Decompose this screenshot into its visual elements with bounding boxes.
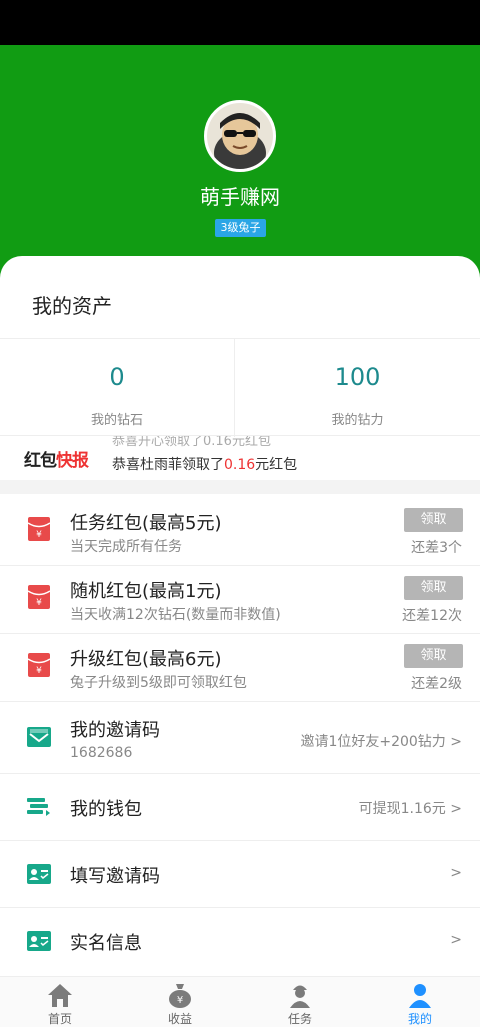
- diamond-label: 我的钻石: [90, 413, 143, 428]
- id-card-icon: [27, 864, 51, 884]
- random-red-packet-row: ¥ 随机红包(最高1元) 当天收满12次钻石(数量而非数值) 领取 还差12次: [0, 566, 480, 634]
- red-packet-icon: ¥: [27, 517, 51, 541]
- my-wallet-row[interactable]: 我的钱包 可提现1.16元 >: [0, 774, 480, 841]
- my-invite-code-row[interactable]: 我的邀请码 1682686 邀请1位好友+200钻力 >: [0, 702, 480, 774]
- svg-text:¥: ¥: [36, 598, 42, 608]
- assets-row: 0 我的钻石 100 我的钻力: [0, 338, 480, 437]
- fill-invite-code-title: 填写邀请码: [70, 866, 160, 887]
- wallet-icon: [27, 798, 50, 816]
- news-logo-black: 红包: [24, 451, 57, 471]
- task-red-packet-subtitle: 当天完成所有任务: [70, 539, 182, 555]
- real-name-info-row[interactable]: 实名信息 >: [0, 908, 480, 976]
- random-red-packet-claim-button[interactable]: 领取: [404, 576, 463, 600]
- news-previous-line: 恭喜开心领取了0.16元红包: [112, 436, 271, 449]
- username: 萌手赚网: [200, 185, 280, 209]
- news-current-line: 恭喜杜雨菲领取了0.16元红包: [112, 454, 297, 474]
- tab-tasks[interactable]: 任务: [240, 977, 360, 1027]
- power-value: 100: [334, 363, 381, 391]
- power-label: 我的钻力: [331, 413, 384, 428]
- my-invite-code-title: 我的邀请码: [70, 720, 160, 741]
- level-badge: 3级兔子: [215, 219, 266, 237]
- news-logo: 红包快报: [24, 446, 89, 471]
- wallet-withdrawable: 可提现1.16元 >: [358, 801, 462, 817]
- news-suffix: 元红包: [255, 457, 298, 473]
- section-divider: [0, 480, 480, 494]
- task-red-packet-row: ¥ 任务红包(最高5元) 当天完成所有任务 领取 还差3个: [0, 498, 480, 566]
- fill-invite-code-row[interactable]: 填写邀请码 >: [0, 841, 480, 908]
- red-packet-news: 红包快报 恭喜开心领取了0.16元红包 恭喜杜雨菲领取了0.16元红包: [0, 436, 480, 480]
- home-icon: [48, 984, 72, 1007]
- assets-title: 我的资产: [32, 294, 112, 318]
- task-red-packet-remaining: 还差3个: [411, 540, 462, 556]
- task-red-packet-title: 任务红包(最高5元): [70, 513, 222, 534]
- real-name-info-title: 实名信息: [70, 933, 142, 954]
- diamond-stat[interactable]: 0 我的钻石: [0, 339, 234, 437]
- tab-tasks-label: 任务: [287, 1012, 312, 1026]
- random-red-packet-title: 随机红包(最高1元): [70, 581, 222, 602]
- tab-home-label: 首页: [47, 1012, 72, 1026]
- red-packet-icon: ¥: [27, 585, 51, 609]
- tab-mine[interactable]: 我的: [360, 977, 480, 1027]
- svg-text:¥: ¥: [177, 995, 183, 1006]
- status-bar: [0, 0, 480, 45]
- money-bag-icon: ¥: [169, 984, 191, 1008]
- fill-invite-code-arrow: >: [450, 865, 462, 881]
- upgrade-red-packet-claim-button[interactable]: 领取: [404, 644, 463, 668]
- my-invite-code-value: 1682686: [70, 745, 133, 761]
- my-wallet-title: 我的钱包: [70, 799, 142, 820]
- tab-home[interactable]: 首页: [0, 977, 120, 1027]
- upgrade-red-packet-remaining: 还差2级: [411, 676, 462, 692]
- news-prefix: 恭喜杜雨菲领取了: [112, 457, 224, 473]
- tab-earnings-label: 收益: [167, 1012, 192, 1026]
- random-red-packet-subtitle: 当天收满12次钻石(数量而非数值): [70, 607, 281, 623]
- diamond-value: 0: [109, 363, 125, 391]
- task-red-packet-claim-button[interactable]: 领取: [404, 508, 463, 532]
- worker-icon: [290, 985, 310, 1008]
- upgrade-red-packet-row: ¥ 升级红包(最高6元) 兔子升级到5级即可领取红包 领取 还差2级: [0, 634, 480, 702]
- upgrade-red-packet-title: 升级红包(最高6元): [70, 649, 222, 670]
- svg-text:¥: ¥: [36, 666, 42, 676]
- tab-earnings[interactable]: ¥ 收益: [120, 977, 240, 1027]
- tab-mine-label: 我的: [407, 1012, 432, 1026]
- user-icon: [409, 984, 431, 1008]
- upgrade-red-packet-subtitle: 兔子升级到5级即可领取红包: [70, 675, 247, 691]
- red-packet-icon: ¥: [27, 653, 51, 677]
- random-red-packet-remaining: 还差12次: [402, 608, 462, 624]
- svg-text:¥: ¥: [36, 530, 42, 540]
- id-card-icon: [27, 931, 51, 951]
- news-amount: 0.16: [224, 457, 256, 473]
- news-logo-red: 快报: [56, 451, 89, 471]
- envelope-icon: [27, 727, 51, 747]
- real-name-info-arrow: >: [450, 932, 462, 948]
- invite-bonus-hint: 邀请1位好友+200钻力 >: [300, 734, 462, 750]
- power-stat[interactable]: 100 我的钻力: [234, 339, 480, 437]
- bottom-tab-bar: 首页 ¥ 收益 任务 我的: [0, 976, 480, 1027]
- avatar[interactable]: [204, 100, 276, 172]
